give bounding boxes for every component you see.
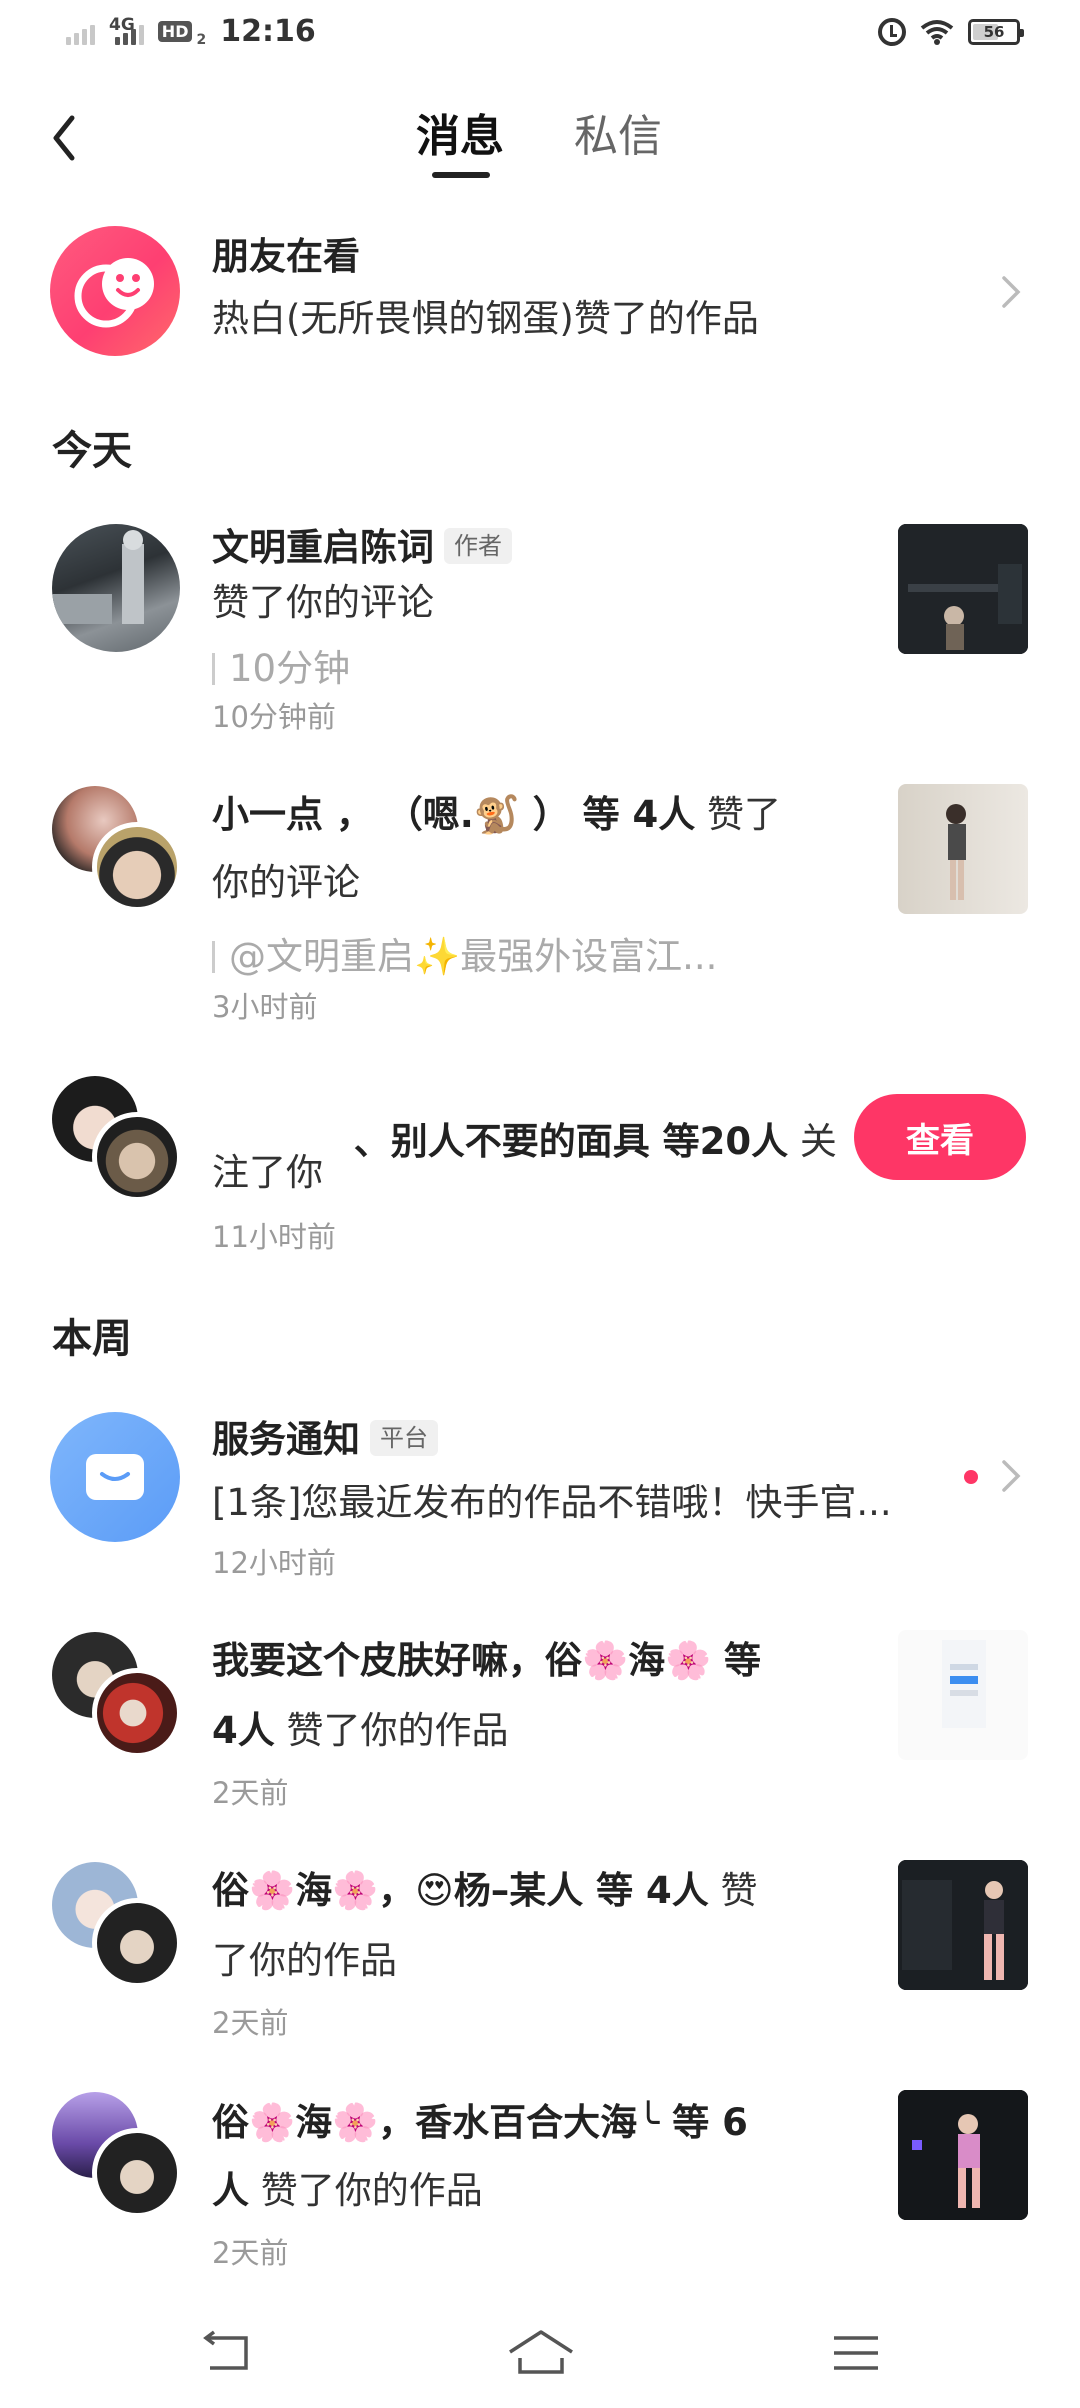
action-text: 赞了你的作品 bbox=[274, 1709, 509, 1752]
timestamp: 2天前 bbox=[212, 2006, 289, 2040]
work-thumbnail[interactable] bbox=[898, 524, 1028, 654]
back-button[interactable] bbox=[44, 108, 104, 168]
comment-quote: @文明重启✨最强外设富江... bbox=[212, 926, 717, 980]
tab-private-messages[interactable]: 私信 bbox=[574, 100, 662, 164]
hd-sub-label: 2 bbox=[196, 31, 207, 48]
timestamp: 10分钟前 bbox=[212, 700, 336, 734]
chevron-right-icon bbox=[1002, 1460, 1021, 1492]
user-names[interactable]: 小一点 ， （嗯.🐒 ） 等 4人 bbox=[212, 793, 695, 836]
thumbnail-image bbox=[898, 524, 1028, 654]
status-left: 4G HD 2 12:16 bbox=[66, 14, 316, 49]
menu-icon bbox=[834, 2336, 878, 2370]
work-thumbnail[interactable] bbox=[898, 2090, 1028, 2220]
user-names[interactable]: 、别人不要的面具 等20人 bbox=[264, 1120, 788, 1163]
status-bar: 4G HD 2 12:16 56 bbox=[0, 0, 1080, 72]
home-icon bbox=[509, 2330, 573, 2374]
hd-badge: HD bbox=[157, 21, 193, 42]
work-thumbnail[interactable] bbox=[898, 1630, 1028, 1760]
section-today: 今天 bbox=[52, 428, 132, 474]
notification-action: 4人 赞了你的作品 bbox=[212, 1712, 509, 1749]
notification-action: [1条]您最近发布的作品不错哦！快手官... bbox=[212, 1484, 892, 1521]
back-icon bbox=[203, 2330, 248, 2370]
action-text: 赞了你的作品 bbox=[249, 2169, 483, 2212]
avatar-front[interactable] bbox=[92, 1112, 182, 1202]
wifi-icon bbox=[920, 19, 954, 45]
notification-action: 你的评论 bbox=[212, 861, 360, 904]
network-label: 4G bbox=[109, 14, 135, 35]
avatar-front[interactable] bbox=[92, 2128, 182, 2218]
thumbnail-image bbox=[898, 1860, 1028, 1990]
action-inline: 关 bbox=[788, 1120, 837, 1163]
user-name[interactable]: 文明重启陈词 bbox=[212, 526, 434, 569]
thumbnail-image bbox=[898, 2090, 1028, 2220]
notification-title: 小一点 ， （嗯.🐒 ） 等 4人 赞了 bbox=[212, 796, 781, 833]
notification-title: 服务通知 平台 bbox=[212, 1420, 438, 1458]
notification-action: 人 赞了你的作品 bbox=[212, 2172, 483, 2209]
notification-action: 注了你 bbox=[212, 1151, 323, 1194]
chevron-left-icon bbox=[53, 115, 75, 161]
avatar-front[interactable] bbox=[92, 1898, 182, 1988]
author-tag: 作者 bbox=[444, 528, 512, 564]
count-bold: 4人 bbox=[212, 1709, 275, 1752]
view-button[interactable]: 查看 bbox=[854, 1094, 1026, 1180]
action-inline: 赞了 bbox=[695, 793, 782, 836]
battery-icon: 56 bbox=[968, 19, 1024, 45]
nav-menu-button[interactable] bbox=[826, 2328, 886, 2378]
avatar-front[interactable] bbox=[92, 1668, 182, 1758]
work-thumbnail[interactable] bbox=[898, 784, 1028, 914]
notification-title: 俗🌸海🌸，😍杨–某人 等 4人 赞 bbox=[212, 1872, 757, 1909]
action-inline: 赞 bbox=[708, 1869, 758, 1912]
count-bold: 人 bbox=[212, 2169, 249, 2212]
status-right: 56 bbox=[878, 18, 1024, 46]
avatar[interactable] bbox=[52, 524, 180, 652]
tab-messages[interactable]: 消息 bbox=[416, 100, 504, 164]
chevron-right-icon bbox=[1002, 276, 1021, 308]
service-name: 服务通知 bbox=[212, 1418, 360, 1461]
timestamp: 12小时前 bbox=[212, 1546, 336, 1580]
thumbnail-image bbox=[946, 804, 966, 900]
smile-chat-icon bbox=[74, 258, 154, 328]
battery-level: 56 bbox=[983, 23, 1005, 41]
tab-indicator bbox=[432, 172, 490, 178]
notification-action: 赞了你的评论 bbox=[212, 581, 434, 624]
quote-text: @文明重启✨最强外设富江... bbox=[229, 935, 718, 978]
service-notice-icon bbox=[50, 1412, 180, 1542]
avatar-front[interactable] bbox=[92, 822, 182, 912]
user-names[interactable]: 俗🌸海🌸，😍杨–某人 等 4人 bbox=[212, 1869, 709, 1912]
friends-watching-title: 朋友在看 bbox=[212, 235, 360, 278]
timestamp: 3小时前 bbox=[212, 990, 318, 1024]
envelope-icon bbox=[86, 1454, 144, 1500]
friends-watching-subtitle: 热白(无所畏惧的钢蛋)赞了的作品 bbox=[212, 297, 759, 340]
nav-back-button[interactable] bbox=[196, 2328, 256, 2378]
work-thumbnail[interactable] bbox=[898, 1860, 1028, 1990]
notification-title[interactable]: 俗🌸海🌸，香水百合大海╰ 等 6 bbox=[212, 2104, 748, 2141]
timestamp: 2天前 bbox=[212, 1776, 289, 1810]
signal-4g: 4G bbox=[109, 15, 144, 45]
alarm-icon bbox=[878, 18, 906, 46]
comment-quote: 10分钟 bbox=[212, 638, 350, 692]
notification-title[interactable]: 我要这个皮肤好嘛，俗🌸海🌸 等 bbox=[212, 1642, 761, 1679]
notification-action: 了你的作品 bbox=[212, 1939, 397, 1982]
unread-dot bbox=[964, 1470, 978, 1484]
timestamp: 11小时前 bbox=[212, 1220, 336, 1254]
friends-watching-icon bbox=[50, 226, 180, 356]
quote-text: 10分钟 bbox=[229, 647, 351, 690]
nav-home-button[interactable] bbox=[506, 2328, 576, 2378]
notification-title: 文明重启陈词 作者 bbox=[212, 528, 512, 566]
clock: 12:16 bbox=[220, 14, 316, 49]
timestamp: 2天前 bbox=[212, 2236, 289, 2270]
navigation-bar bbox=[0, 2300, 1080, 2408]
section-this-week: 本周 bbox=[52, 1316, 132, 1362]
avatar-figure bbox=[52, 530, 144, 624]
platform-tag: 平台 bbox=[370, 1420, 438, 1456]
thumbnail-image bbox=[942, 1640, 986, 1728]
header: 消息 私信 bbox=[0, 90, 1080, 190]
signal-icon-sim1 bbox=[66, 19, 95, 45]
